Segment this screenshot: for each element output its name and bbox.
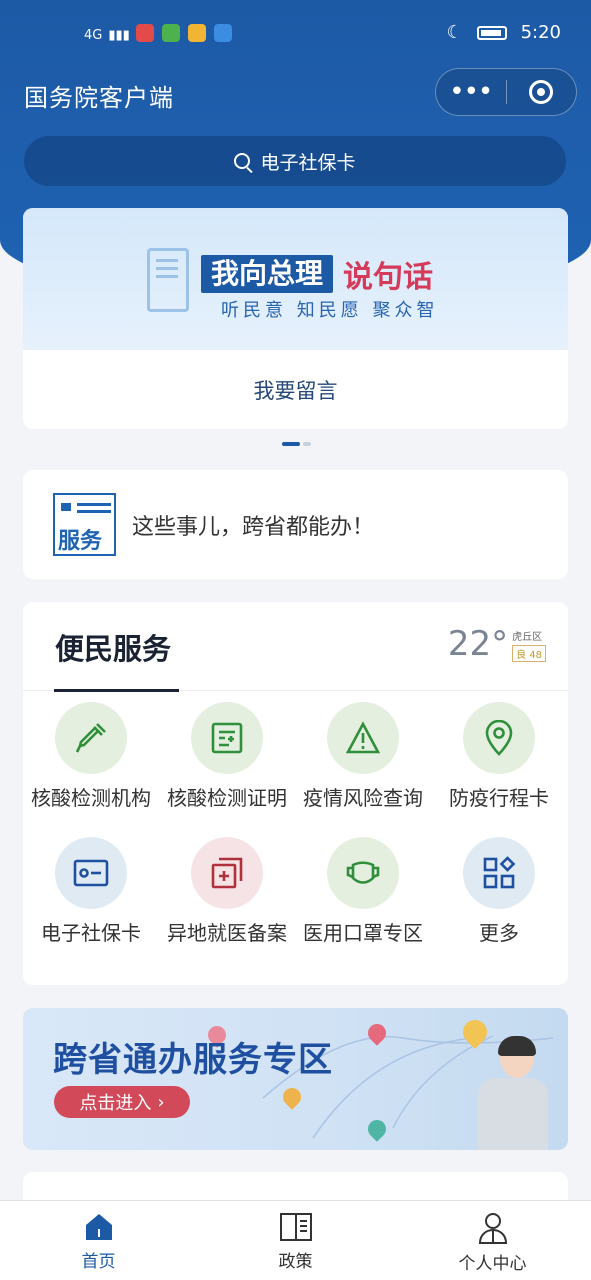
service-epidemic-risk-query[interactable]: 疫情风险查询 (295, 702, 431, 811)
banner-headline: 我向总理 说句话 (201, 252, 433, 296)
tab-policy[interactable]: 政策 (197, 1201, 394, 1280)
tab-label: 政策 (278, 1252, 313, 1272)
person-illustration (466, 1036, 554, 1150)
mask-icon (327, 837, 399, 909)
home-icon (85, 1214, 112, 1240)
warning-icon (327, 702, 399, 774)
chevron-right-icon: › (157, 1091, 165, 1113)
title-underline (54, 689, 179, 692)
service-badge-icon: 服务 (53, 493, 116, 556)
medical-record-icon (191, 837, 263, 909)
book-icon (279, 1213, 312, 1241)
signal-icon: ▮▮▮ (108, 27, 130, 43)
browser-icon (214, 24, 233, 42)
banner-subline: 听民意 知民愿 聚众智 (221, 300, 439, 321)
message-banner[interactable]: 我向总理 说句话 听民意 知民愿 聚众智 我要留言 (23, 208, 568, 429)
carousel-dot-active (282, 442, 300, 446)
close-mini-program-button[interactable] (507, 80, 577, 104)
banner-headline-box: 我向总理 (201, 255, 334, 293)
leave-message-link[interactable]: 我要留言 (23, 350, 568, 429)
service-label: 核酸检测机构 (31, 786, 151, 810)
user-icon (478, 1213, 507, 1244)
cross-province-text: 这些事儿，跨省都能办！ (132, 514, 375, 540)
app-title: 国务院客户端 (24, 84, 174, 112)
service-badge-text: 服务 (58, 529, 103, 554)
promo-button-label: 点击进入 (79, 1093, 152, 1114)
more-menu-button[interactable]: ••• (436, 79, 506, 105)
service-label: 核酸检测证明 (167, 786, 287, 810)
banner-headline-red: 说句话 (343, 260, 434, 295)
certificate-icon (191, 702, 263, 774)
cross-province-promo-banner[interactable]: 跨省通办服务专区 点击进入 › (23, 1008, 568, 1150)
service-label: 防疫行程卡 (449, 786, 549, 810)
status-bar: 4G ▮▮▮ ☾ 5:20 (0, 0, 591, 68)
network-label: 4G (84, 27, 103, 43)
air-quality-badge: 良 48 (512, 645, 546, 662)
tab-home[interactable]: 首页 (0, 1201, 197, 1280)
service-itinerary-card[interactable]: 防疫行程卡 (431, 702, 567, 811)
service-label: 医用口罩专区 (303, 921, 423, 945)
service-social-security-card[interactable]: 电子社保卡 (23, 837, 159, 946)
banner-image: 我向总理 说句话 听民意 知民愿 聚众智 (23, 208, 568, 350)
service-label: 异地就医备案 (167, 921, 287, 945)
notification-icons (135, 24, 236, 46)
status-icons-right: ☾ 5:20 (446, 22, 561, 43)
service-nucleic-test-certificate[interactable]: 核酸检测证明 (159, 702, 295, 811)
document-icon (147, 248, 189, 312)
wechat-icon (161, 24, 180, 42)
convenience-header: 便民服务 22° 虎丘区 良 48 (23, 602, 568, 692)
service-offsite-medical-record[interactable]: 异地就医备案 (159, 837, 295, 946)
search-placeholder: 电子社保卡 (260, 151, 356, 174)
service-medical-mask-zone[interactable]: 医用口罩专区 (295, 837, 431, 946)
service-label: 疫情风险查询 (303, 786, 423, 810)
service-label: 电子社保卡 (41, 921, 141, 945)
service-more[interactable]: 更多 (431, 837, 567, 946)
video-app-icon (188, 24, 207, 42)
cross-province-card[interactable]: 服务 这些事儿，跨省都能办！ (23, 470, 568, 579)
promo-title: 跨省通办服务专区 (53, 1040, 333, 1080)
location-icon (463, 702, 535, 774)
dropper-icon (55, 702, 127, 774)
app-notification-icon (135, 24, 154, 42)
promo-enter-button[interactable]: 点击进入 › (54, 1086, 190, 1118)
weather-district: 虎丘区 (512, 632, 543, 643)
service-grid: 核酸检测机构 核酸检测证明 疫情风险查询 防疫行程卡 电子社保卡 异地就医备案 … (23, 702, 568, 946)
tab-personal-center[interactable]: 个人中心 (394, 1201, 591, 1280)
tab-label: 个人中心 (458, 1254, 527, 1274)
grid-more-icon (463, 837, 535, 909)
convenience-services-panel: 便民服务 22° 虎丘区 良 48 核酸检测机构 核酸检测证明 疫情风险查询 防… (23, 602, 568, 985)
carousel-dot (303, 442, 311, 446)
battery-icon (476, 25, 507, 40)
carousel-indicator (282, 442, 311, 446)
bottom-tab-bar: 首页 政策 个人中心 (0, 1200, 591, 1280)
service-label: 更多 (479, 921, 519, 945)
status-icons-left: 4G ▮▮▮ (84, 24, 236, 46)
search-icon (234, 153, 251, 169)
mini-program-capsule: ••• (435, 68, 577, 116)
target-icon (529, 80, 554, 104)
tab-label: 首页 (81, 1252, 116, 1272)
clock: 5:20 (520, 22, 561, 43)
search-bar[interactable]: 电子社保卡 (24, 136, 566, 186)
id-card-icon (55, 837, 127, 909)
service-nucleic-test-institution[interactable]: 核酸检测机构 (23, 702, 159, 811)
convenience-title[interactable]: 便民服务 (55, 626, 171, 668)
moon-icon: ☾ (446, 22, 463, 43)
weather-temperature: 22° (447, 624, 509, 664)
weather-widget[interactable]: 22° 虎丘区 良 48 (448, 624, 546, 664)
